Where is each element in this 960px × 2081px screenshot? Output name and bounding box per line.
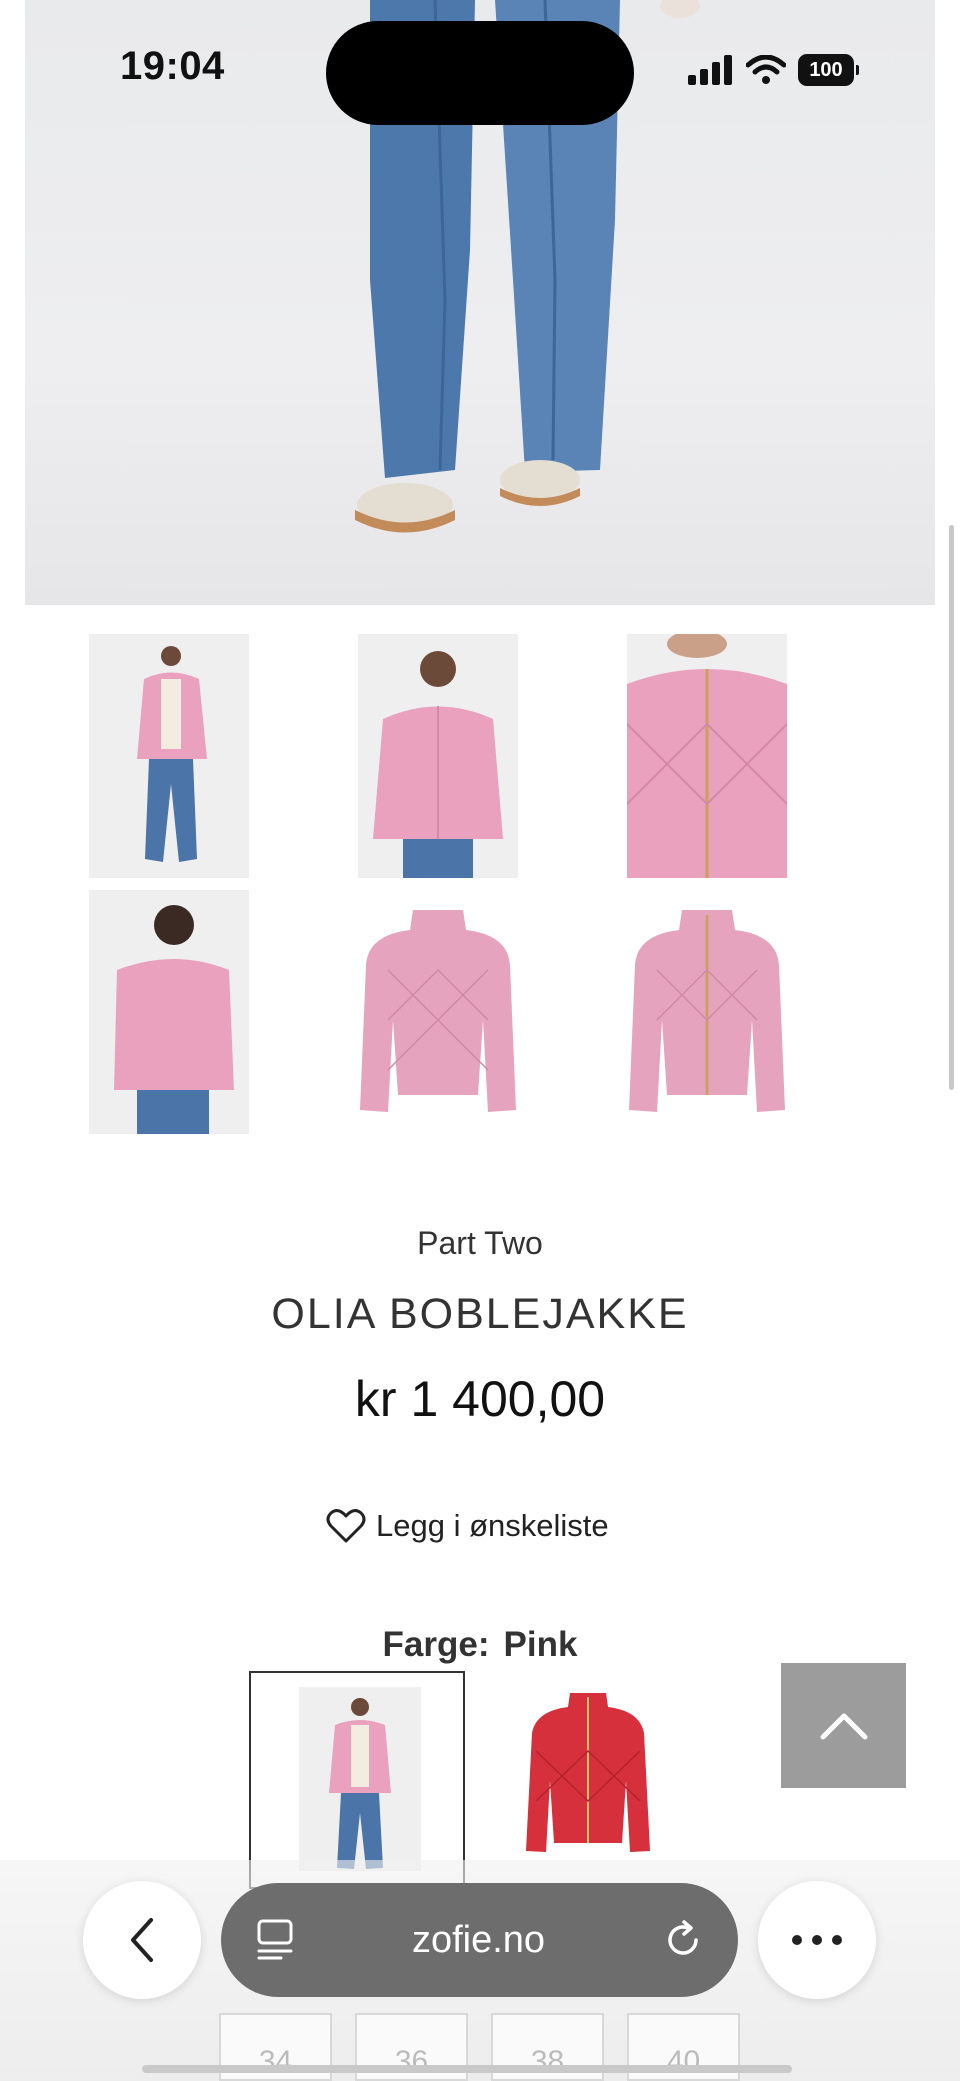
- status-icons: 100: [688, 52, 859, 88]
- cellular-signal-icon: [688, 55, 732, 85]
- product-title: OLIA BOBLEJAKKE: [271, 1290, 689, 1338]
- size-label: 38: [530, 2045, 565, 2078]
- thumbnail-4[interactable]: [89, 890, 249, 1134]
- thumbnail-2[interactable]: [358, 634, 518, 878]
- swatch-red-image: [526, 1693, 650, 1852]
- chevron-left-icon: [131, 1918, 153, 1962]
- battery-icon: 100: [798, 54, 859, 86]
- color-swatch-red[interactable]: [480, 1671, 696, 1889]
- page-scrollbar[interactable]: [949, 525, 954, 1090]
- thumbnail-6[interactable]: [627, 890, 787, 1134]
- thumb-jacket-front: [373, 651, 503, 878]
- heart-outline-icon: [326, 1509, 366, 1543]
- thumb-back-view: [114, 905, 234, 1134]
- color-label: Farge:: [382, 1625, 490, 1664]
- thumbnail-5[interactable]: [358, 890, 518, 1134]
- thumb-jacket-flat-back: [360, 910, 516, 1112]
- tab-overview-icon[interactable]: [255, 1918, 295, 1962]
- status-time: 19:04: [120, 44, 225, 88]
- home-indicator: [142, 2065, 792, 2073]
- chevron-up-icon: [820, 1713, 867, 1739]
- thumbnail-3[interactable]: [627, 634, 787, 878]
- thumb-full-body-front: [137, 646, 207, 862]
- color-selection-line: Farge: Pink: [0, 1625, 960, 1665]
- browser-url-bar[interactable]: zofie.no: [221, 1883, 738, 1997]
- browser-back-button[interactable]: [83, 1881, 201, 1999]
- swatch-pink-image: [299, 1687, 421, 1871]
- size-label: 36: [394, 2045, 429, 2078]
- browser-more-button[interactable]: [758, 1881, 876, 1999]
- scroll-to-top-button[interactable]: [781, 1663, 906, 1788]
- thumb-jacket-flat-front: [629, 910, 785, 1112]
- size-label: 34: [258, 2045, 293, 2078]
- wishlist-label: Legg i ønskeliste: [376, 1508, 609, 1543]
- add-to-wishlist-button[interactable]: Legg i ønskeliste: [326, 1503, 609, 1549]
- size-label: 40: [666, 2045, 701, 2078]
- product-price: kr 1 400,00: [354, 1371, 606, 1427]
- url-text[interactable]: zofie.no: [412, 1919, 545, 1962]
- thumbnail-1[interactable]: [89, 634, 249, 878]
- color-swatch-pink[interactable]: [249, 1671, 465, 1889]
- color-value: Pink: [503, 1625, 578, 1664]
- more-dots-icon: [792, 1935, 842, 1945]
- thumb-jacket-closeup: [627, 634, 787, 878]
- product-brand[interactable]: Part Two: [0, 1225, 960, 1262]
- wifi-icon: [746, 55, 786, 84]
- dynamic-island: [326, 21, 634, 125]
- reload-icon[interactable]: [662, 1919, 704, 1961]
